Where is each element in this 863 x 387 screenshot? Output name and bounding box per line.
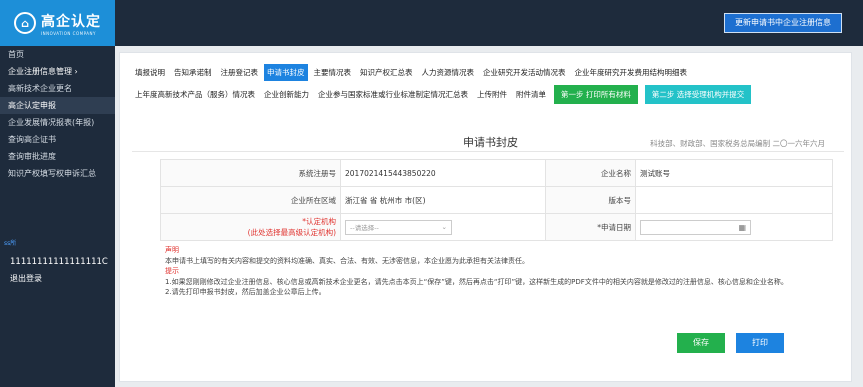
agency-hint: (此处选择最高级认定机构) bbox=[247, 228, 336, 237]
user-label: ss所 bbox=[4, 240, 17, 247]
declare-text: 本申请书上填写的有关内容和提交的资料均准确、真实、合法、有效、无涉密信息，本企业… bbox=[165, 256, 529, 265]
company-label: 企业名称 bbox=[545, 159, 636, 187]
main-panel: 填报说明 告知承诺制 注册登记表 申请书封皮 主要情况表 知识产权汇总表 人力资源情况表 企业… bbox=[119, 52, 852, 382]
notes: 声明 本申请书上填写的有关内容和提交的资料均准确、真实、合法、有效、无涉密信息，… bbox=[165, 245, 835, 298]
date-label: *申请日期 bbox=[545, 213, 636, 241]
tab-5[interactable]: 主要情况表 bbox=[311, 64, 355, 81]
divider bbox=[132, 151, 844, 152]
tab-1[interactable]: 填报说明 bbox=[132, 64, 168, 81]
brand-title: 高企认定 bbox=[41, 13, 101, 30]
form-meta: 科技部、财政部、国家税务总局编制 二〇一六年六月 bbox=[650, 139, 825, 148]
page-title: 申请书封皮 bbox=[463, 136, 518, 149]
agency-label: *认定机构 bbox=[302, 217, 336, 226]
tab-3[interactable]: 注册登记表 bbox=[218, 64, 262, 81]
step1-print-button[interactable]: 第一步 打印所有材料 bbox=[554, 84, 638, 104]
brand-mark-icon: ⌂ bbox=[14, 12, 36, 34]
tab-7[interactable]: 人力资源情况表 bbox=[419, 64, 478, 81]
reg-no-label: 系统注册号 bbox=[160, 159, 341, 187]
apply-date-input[interactable]: ▦ bbox=[640, 219, 751, 235]
user-id: 11111111111111111C bbox=[10, 257, 108, 267]
tab-10[interactable]: 上年度高新技术产品（服务）情况表 bbox=[132, 87, 258, 102]
tab-row-2: 上年度高新技术产品（服务）情况表 企业创新能力 企业参与国家标准或行业标准制定情况汇… bbox=[132, 83, 844, 105]
sidebar-item-ip-appeal[interactable]: 知识产权填写权申诉汇总 bbox=[0, 165, 115, 182]
tab-bar: 填报说明 告知承诺制 注册登记表 申请书封皮 主要情况表 知识产权汇总表 人力资源情况表 企业… bbox=[132, 61, 844, 105]
agency-label-cell: *认定机构 (此处选择最高级认定机构) bbox=[160, 213, 341, 241]
sidebar-item-rename[interactable]: 高新技术企业更名 bbox=[0, 80, 115, 97]
reg-no-value: 2017021415443850220 bbox=[340, 159, 546, 187]
tab-8[interactable]: 企业研究开发活动情况表 bbox=[480, 64, 569, 81]
table-row: 企业所在区域 浙江省 省 杭州市 市(区) 版本号 bbox=[160, 186, 833, 214]
sidebar-item-progress[interactable]: 查询审批进度 bbox=[0, 148, 115, 165]
table-row: 系统注册号 2017021415443850220 企业名称 测试账号 bbox=[160, 159, 833, 187]
brand-logo[interactable]: ⌂ 高企认定 INNOVATION COMPANY bbox=[0, 0, 115, 46]
tab-11[interactable]: 企业创新能力 bbox=[261, 87, 312, 102]
save-button[interactable]: 保存 bbox=[677, 333, 725, 353]
region-label: 企业所在区域 bbox=[160, 186, 341, 214]
calendar-icon[interactable]: ▦ bbox=[738, 223, 746, 232]
version-label: 版本号 bbox=[545, 186, 636, 214]
version-value bbox=[635, 186, 833, 214]
brand-subtitle: INNOVATION COMPANY bbox=[41, 30, 96, 36]
sidebar-item-certificate[interactable]: 查询高企证书 bbox=[0, 131, 115, 148]
logout-link[interactable]: 退出登录 bbox=[0, 273, 115, 284]
tab-9[interactable]: 企业年度研究开发费用结构明细表 bbox=[572, 64, 691, 81]
tip-2: 2.请先打印申报书封皮，然后加盖企业公章后上传。 bbox=[165, 288, 326, 296]
company-value: 测试账号 bbox=[635, 159, 833, 187]
tab-row-1: 填报说明 告知承诺制 注册登记表 申请书封皮 主要情况表 知识产权汇总表 人力资源情况表 企业… bbox=[132, 61, 844, 83]
chevron-down-icon: ⌄ bbox=[441, 223, 447, 231]
sidebar-item-accreditation[interactable]: 高企认定申报 bbox=[0, 97, 115, 114]
table-row: *认定机构 (此处选择最高级认定机构) --请选择-- ⌄ *申请日期 ▦ bbox=[160, 213, 833, 241]
tab-6[interactable]: 知识产权汇总表 bbox=[357, 64, 416, 81]
agency-select-cell: --请选择-- ⌄ bbox=[340, 213, 546, 241]
date-cell: ▦ bbox=[635, 213, 833, 241]
tab-2[interactable]: 告知承诺制 bbox=[171, 64, 215, 81]
sidebar-item-registration[interactable]: 企业注册信息管理 › bbox=[0, 63, 115, 80]
sidebar-item-home[interactable]: 首页 bbox=[0, 46, 115, 63]
agency-select-value: --请选择-- bbox=[350, 224, 379, 232]
agency-select[interactable]: --请选择-- ⌄ bbox=[345, 219, 452, 235]
update-registration-button[interactable]: 更新申请书中企业注册信息 bbox=[724, 13, 842, 33]
top-bar: ⌂ 高企认定 INNOVATION COMPANY 更新申请书中企业注册信息 bbox=[0, 0, 863, 46]
sidebar-item-annual-report[interactable]: 企业发展情况报表(年报) bbox=[0, 114, 115, 131]
tip-1: 1.如果您刚刚修改过企业注册信息、核心信息或高新技术企业更名，请先点击本页上“保… bbox=[165, 277, 788, 286]
print-button[interactable]: 打印 bbox=[736, 333, 784, 353]
sidebar: 首页 企业注册信息管理 › 高新技术企业更名 高企认定申报 企业发展情况报表(年… bbox=[0, 46, 115, 387]
step2-submit-button[interactable]: 第二步 选择受理机构并提交 bbox=[644, 84, 752, 104]
tab-12[interactable]: 企业参与国家标准或行业标准制定情况汇总表 bbox=[315, 87, 471, 102]
declare-title: 声明 bbox=[165, 246, 179, 254]
tab-14[interactable]: 附件清单 bbox=[513, 87, 549, 102]
tips-title: 提示 bbox=[165, 267, 179, 275]
tab-4[interactable]: 申请书封皮 bbox=[264, 63, 308, 81]
cover-form-table: 系统注册号 2017021415443850220 企业名称 测试账号 企业所在… bbox=[160, 159, 833, 241]
tab-13[interactable]: 上传附件 bbox=[474, 87, 510, 102]
region-value: 浙江省 省 杭州市 市(区) bbox=[340, 186, 546, 214]
